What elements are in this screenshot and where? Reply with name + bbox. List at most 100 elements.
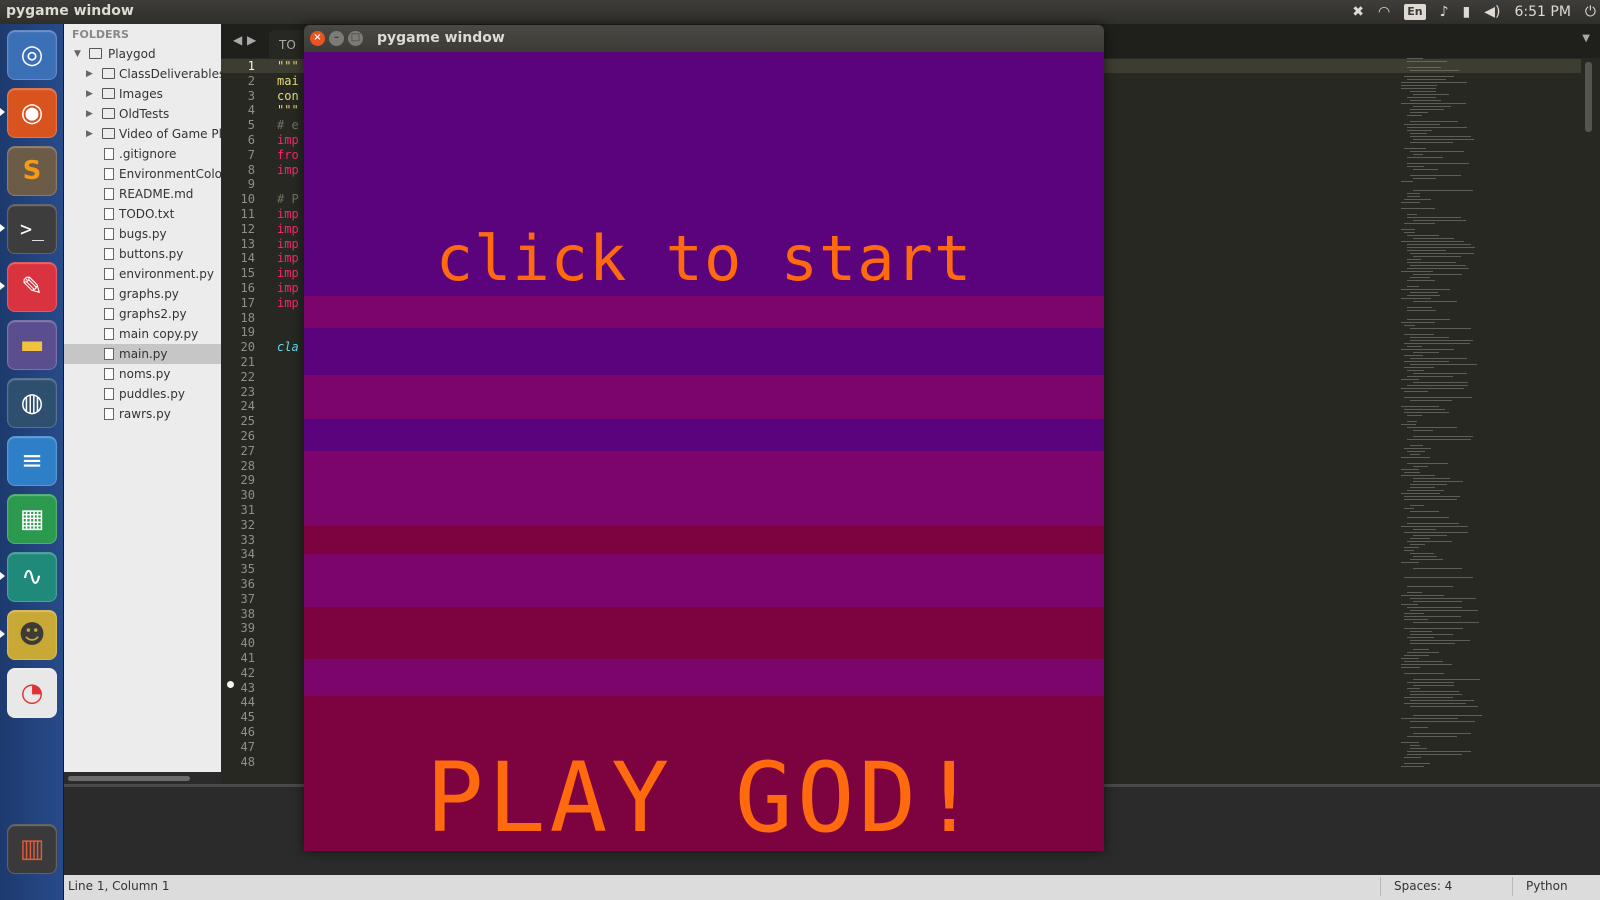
tree-file[interactable]: .gitignore — [64, 144, 221, 164]
file-icon — [104, 248, 114, 260]
close-icon[interactable]: × — [310, 31, 325, 46]
battery-icon[interactable]: ▮ — [1463, 0, 1471, 24]
line-number: 41 — [240, 651, 255, 665]
tree-folder[interactable]: ▶ OldTests — [64, 104, 221, 124]
tree-folder[interactable]: ▶ Images — [64, 84, 221, 104]
minimap-line — [1401, 493, 1440, 494]
power-icon[interactable]: ⏻ — [1585, 0, 1596, 24]
minimap-line — [1413, 685, 1454, 686]
minimap-line — [1410, 511, 1439, 512]
minimap-line — [1407, 439, 1471, 440]
minimap-line — [1407, 217, 1461, 218]
minimap-line — [1407, 421, 1417, 422]
status-divider — [1380, 877, 1381, 896]
notification-bell-icon[interactable]: ♪ — [1440, 0, 1449, 24]
wifi-icon[interactable]: ◠ — [1378, 0, 1390, 24]
tree-folder[interactable]: ▶ Video of Game Pla — [64, 124, 221, 144]
tree-file[interactable]: main copy.py — [64, 324, 221, 344]
code-line: imp — [277, 236, 299, 251]
screenshot-icon[interactable]: ◍ — [7, 378, 57, 428]
minimap-line — [1404, 499, 1457, 500]
line-number: 8 — [247, 162, 255, 177]
pygame-titlebar[interactable]: × – □ pygame window — [304, 25, 1104, 52]
pygame-window[interactable]: × – □ pygame window click to start PLAY … — [304, 25, 1104, 851]
minimap-line — [1404, 367, 1434, 368]
collapsed-arrow-icon[interactable]: ▶ — [86, 64, 93, 84]
tree-file-selected[interactable]: main.py — [64, 344, 221, 364]
tab-next-icon[interactable]: ▶ — [247, 33, 256, 47]
sidebar-horizontal-scrollbar[interactable] — [64, 772, 221, 784]
game-icon[interactable]: ☻ — [7, 610, 57, 660]
minimap-line — [1410, 136, 1471, 137]
tree-file[interactable]: rawrs.py — [64, 404, 221, 424]
tree-file[interactable]: noms.py — [64, 364, 221, 384]
line-number: 15 — [240, 266, 255, 281]
minimap-line — [1407, 67, 1441, 68]
minimap-line — [1413, 256, 1461, 257]
minimap-line — [1404, 409, 1445, 410]
minimap-line — [1401, 667, 1420, 668]
expanded-arrow-icon[interactable]: ▼ — [74, 44, 81, 64]
tree-file[interactable]: graphs2.py — [64, 304, 221, 324]
tree-folder[interactable]: ▶ ClassDeliverables — [64, 64, 221, 84]
maximize-icon[interactable]: □ — [348, 31, 363, 46]
tree-file[interactable]: environment.py — [64, 264, 221, 284]
line-number: 28 — [240, 458, 255, 473]
firefox-icon[interactable]: ◉ — [7, 88, 57, 138]
minimap-line — [1407, 259, 1421, 260]
clock[interactable]: 6:51 PM — [1515, 0, 1571, 24]
collapsed-arrow-icon[interactable]: ▶ — [86, 104, 93, 124]
editor-vertical-scrollbar[interactable] — [1585, 62, 1592, 132]
minimap-line — [1404, 472, 1420, 473]
tab-menu-icon[interactable]: ▼ — [1582, 33, 1590, 44]
sublime-text-icon[interactable]: S — [7, 146, 57, 196]
minimap-line — [1410, 553, 1434, 554]
spreadsheet-icon[interactable]: ▦ — [7, 494, 57, 544]
minimap-line — [1401, 526, 1468, 527]
line-number: 35 — [240, 562, 255, 577]
indentation-setting[interactable]: Spaces: 4 — [1394, 879, 1452, 893]
minimap-line — [1401, 322, 1435, 323]
tree-file[interactable]: EnvironmentColor — [64, 164, 221, 184]
minimap-line — [1410, 559, 1443, 560]
tree-label: noms.py — [119, 367, 171, 381]
minimap-line — [1413, 190, 1473, 191]
files-icon[interactable]: ▬ — [7, 320, 57, 370]
minimap-line — [1401, 181, 1413, 182]
minimap-line — [1404, 496, 1460, 497]
keyboard-layout-indicator[interactable]: En — [1404, 4, 1426, 20]
tree-root-folder[interactable]: ▼ Playgod — [64, 44, 221, 64]
trash-icon[interactable]: ▥ — [7, 824, 57, 874]
tree-file[interactable]: README.md — [64, 184, 221, 204]
collapsed-arrow-icon[interactable]: ▶ — [86, 84, 93, 104]
ubuntu-dash-icon[interactable]: ◎ — [7, 30, 57, 80]
game-canvas[interactable]: click to start PLAY GOD! — [304, 52, 1104, 851]
syntax-selector[interactable]: Python — [1526, 879, 1568, 893]
tab-prev-icon[interactable]: ◀ — [233, 33, 242, 47]
notes-app-icon[interactable]: ✎ — [7, 262, 57, 312]
minimize-icon[interactable]: – — [329, 31, 344, 46]
line-number: 26 — [240, 429, 255, 443]
volume-icon[interactable]: ◀) — [1484, 0, 1500, 24]
minimap-line — [1404, 391, 1428, 392]
minimap[interactable] — [1401, 58, 1521, 778]
minimap-line — [1410, 142, 1453, 143]
tree-file[interactable]: buttons.py — [64, 244, 221, 264]
scrollbar-thumb[interactable] — [68, 776, 190, 781]
disk-usage-icon[interactable]: ◔ — [7, 668, 57, 718]
line-number: 24 — [240, 399, 255, 414]
tree-label: graphs2.py — [119, 307, 187, 321]
terminal-icon[interactable]: >_ — [7, 204, 57, 254]
tree-file[interactable]: bugs.py — [64, 224, 221, 244]
click-to-start-text[interactable]: click to start — [304, 222, 1104, 295]
collapsed-arrow-icon[interactable]: ▶ — [86, 124, 93, 144]
tree-file[interactable]: puddles.py — [64, 384, 221, 404]
folder-icon — [102, 68, 115, 79]
tree-file[interactable]: graphs.py — [64, 284, 221, 304]
system-monitor-icon[interactable]: ∿ — [7, 552, 57, 602]
text-document-icon[interactable]: ≡ — [7, 436, 57, 486]
dropbox-icon[interactable]: ✖ — [1352, 0, 1364, 24]
tree-label: bugs.py — [119, 227, 167, 241]
tree-file[interactable]: TODO.txt — [64, 204, 221, 224]
code-line: imp — [277, 162, 299, 177]
